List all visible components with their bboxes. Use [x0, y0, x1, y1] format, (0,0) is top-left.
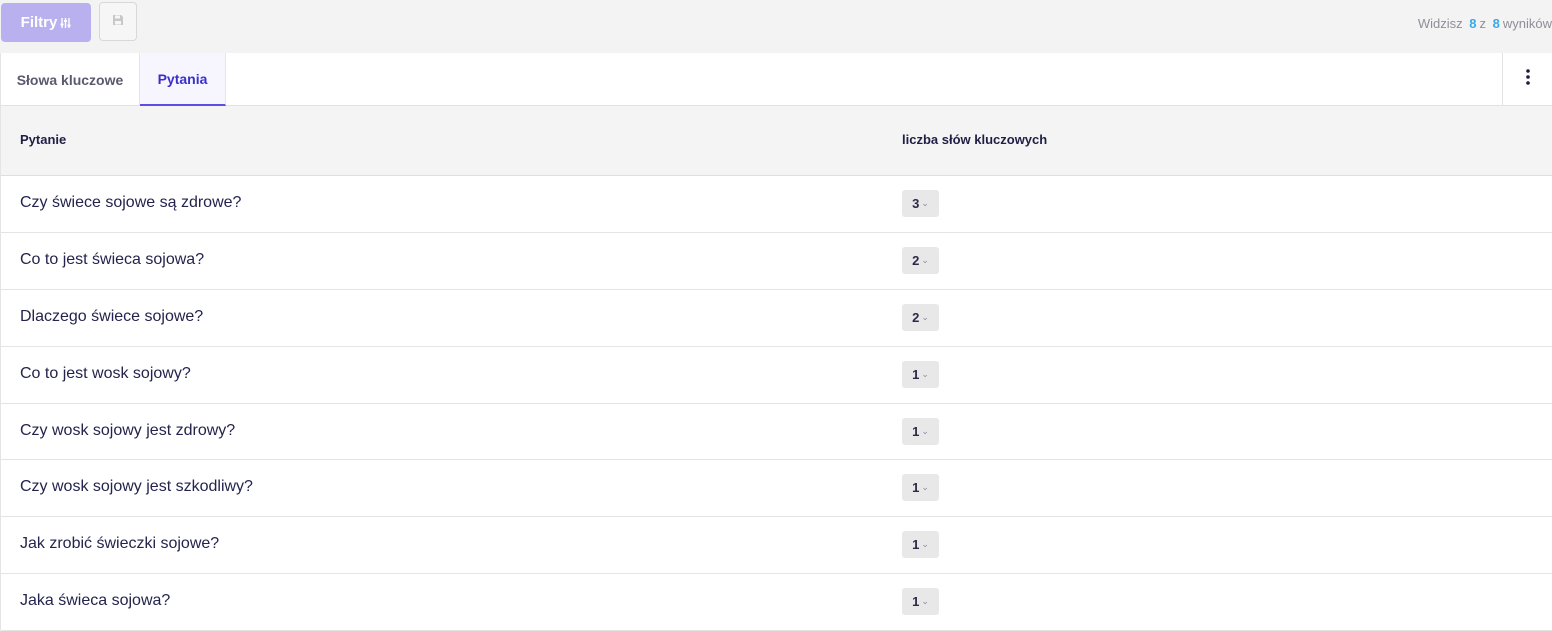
question-cell: Co to jest wosk sojowy?: [20, 364, 191, 382]
keyword-count-dropdown[interactable]: 2 ⌄: [902, 303, 939, 331]
table-row: Co to jest wosk sojowy? 1 ⌄: [1, 347, 1552, 404]
results-middle: z: [1479, 16, 1487, 31]
tab-bar: Słowa kluczowe Pytania: [1, 53, 1552, 106]
question-cell: Czy wosk sojowy jest szkodliwy?: [20, 478, 253, 496]
keyword-count-dropdown[interactable]: 2 ⌄: [902, 246, 939, 274]
table-body: Czy świece sojowe są zdrowe? 3 ⌄ Co to je…: [1, 176, 1552, 631]
tab-keywords[interactable]: Słowa kluczowe: [1, 53, 140, 106]
keyword-count-value: 2: [912, 309, 920, 325]
chevron-down-icon: ⌄: [921, 198, 929, 208]
keyword-count-dropdown[interactable]: 3 ⌄: [902, 190, 939, 217]
table-header: Pytanie liczba słów kluczowych: [1, 106, 1552, 176]
question-cell: Czy świece sojowe są zdrowe?: [20, 194, 242, 211]
table-row: Czy wosk sojowy jest szkodliwy? 1 ⌄: [1, 460, 1552, 518]
question-cell: Jaka świeca sojowa?: [20, 592, 171, 610]
question-cell: Czy wosk sojowy jest zdrowy?: [20, 421, 236, 439]
column-header-keyword-count[interactable]: liczba słów kluczowych: [902, 132, 1047, 147]
toolbar: Filtry Widzisz 8z 8 wyników: [0, 0, 1552, 52]
keyword-count-value: 1: [912, 366, 920, 382]
filters-button-label: Filtry: [20, 14, 58, 31]
results-suffix: wyników: [1502, 16, 1552, 31]
vertical-dots-icon: [1525, 68, 1530, 90]
chevron-down-icon: ⌄: [921, 425, 929, 436]
save-button[interactable]: [99, 2, 137, 41]
chevron-down-icon: ⌄: [921, 596, 929, 607]
questions-panel: Słowa kluczowe Pytania Pytanie liczba sł…: [0, 53, 1552, 631]
table-row: Czy wosk sojowy jest zdrowy? 1 ⌄: [1, 404, 1552, 461]
table-row: Czy świece sojowe są zdrowe? 3 ⌄: [1, 176, 1552, 233]
results-counter: Widzisz 8z 8 wyników: [1418, 16, 1552, 31]
question-cell: Jak zrobić świeczki sojowe?: [20, 535, 220, 553]
keyword-count-dropdown[interactable]: 1 ⌄: [902, 531, 939, 559]
table-row: Co to jest świeca sojowa? 2 ⌄: [1, 233, 1552, 290]
keyword-count-value: 1: [912, 537, 920, 553]
keyword-count-dropdown[interactable]: 1 ⌄: [902, 474, 939, 502]
keyword-count-value: 2: [912, 252, 920, 268]
chevron-down-icon: ⌄: [921, 311, 929, 322]
table-row: Jaka świeca sojowa? 1 ⌄: [1, 574, 1552, 631]
results-prefix: Widzisz: [1417, 16, 1463, 31]
more-options-button[interactable]: [1502, 53, 1552, 105]
table-row: Jak zrobić świeczki sojowe? 1 ⌄: [1, 517, 1552, 575]
table-row: Dlaczego świece sojowe? 2 ⌄: [1, 290, 1552, 347]
question-cell: Co to jest świeca sojowa?: [20, 250, 205, 268]
results-total: 8: [1492, 16, 1500, 31]
chevron-down-icon: ⌄: [921, 254, 929, 265]
keyword-count-value: 1: [912, 423, 920, 439]
filters-button[interactable]: Filtry: [1, 3, 91, 42]
results-shown: 8: [1469, 16, 1477, 31]
chevron-down-icon: ⌄: [921, 539, 929, 550]
chevron-down-icon: ⌄: [921, 482, 929, 493]
question-cell: Dlaczego świece sojowe?: [20, 307, 204, 325]
column-header-question[interactable]: Pytanie: [20, 132, 66, 147]
keyword-count-value: 1: [912, 594, 920, 610]
tab-questions[interactable]: Pytania: [140, 53, 226, 106]
keyword-count-dropdown[interactable]: 1 ⌄: [902, 588, 939, 616]
sliders-icon: [60, 17, 71, 29]
chevron-down-icon: ⌄: [921, 368, 929, 379]
floppy-disk-icon: [112, 13, 124, 31]
keyword-count-value: 3: [912, 196, 920, 211]
keyword-count-dropdown[interactable]: 1 ⌄: [902, 417, 939, 445]
keyword-count-value: 1: [912, 480, 920, 496]
keyword-count-dropdown[interactable]: 1 ⌄: [902, 360, 939, 388]
